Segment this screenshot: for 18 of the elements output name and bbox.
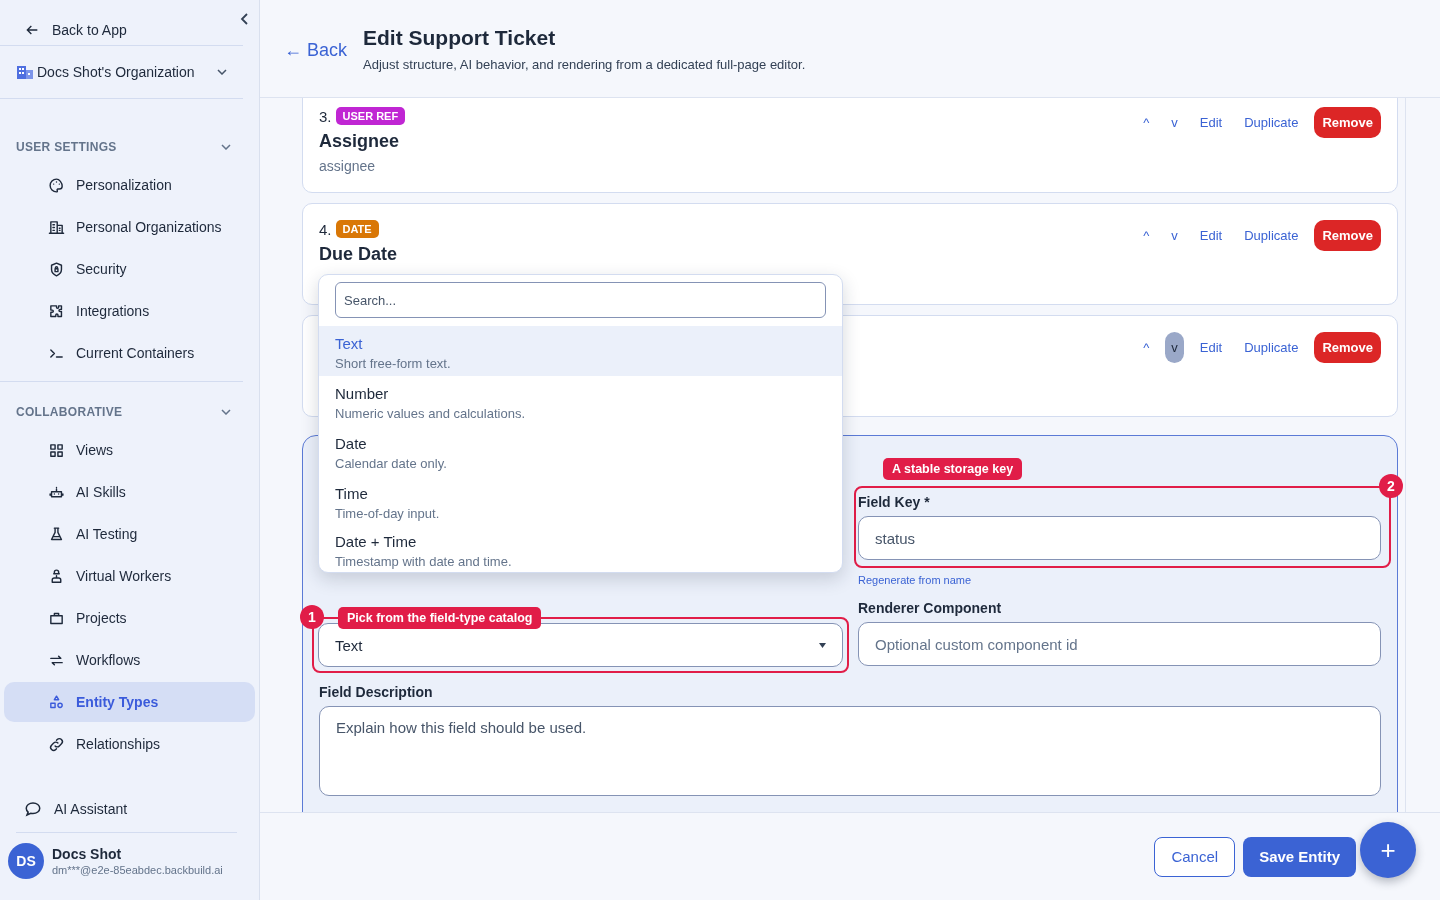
callout-number: 2 (1379, 474, 1403, 498)
page-subtitle: Adjust structure, AI behavior, and rendering from a dedicated full-page editor. (363, 57, 806, 72)
field-number: 4. (319, 220, 332, 238)
description-label: Field Description (319, 684, 434, 700)
field-title: Assignee (319, 131, 401, 152)
field-type-tag: DATE (335, 220, 379, 238)
callout-number: 1 (300, 605, 324, 629)
user-name: Docs Shot (52, 846, 123, 862)
renderer-label: Renderer Component (858, 600, 1003, 616)
field-title: Due Date (319, 244, 398, 265)
field-key: assignee (319, 158, 406, 174)
field-type-tag: USER REF (335, 107, 406, 125)
field-number: 3. (319, 107, 332, 125)
user-email: dm***@e2e-85eabdec.backbuild.ai (52, 864, 223, 876)
field-key-label: Field Key * (858, 494, 931, 510)
page-title: Edit Support Ticket (363, 26, 557, 50)
callout-label: A stable storage key (883, 458, 1023, 480)
callout-label: Pick from the field-type catalog (338, 607, 542, 629)
